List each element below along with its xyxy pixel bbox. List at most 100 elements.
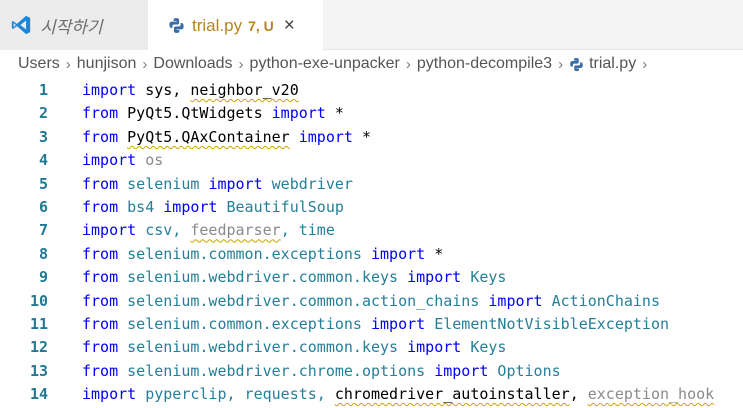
chevron-right-icon: › [642, 55, 648, 73]
chevron-right-icon: › [65, 55, 71, 73]
code-token: from [82, 291, 119, 310]
code-token: import [271, 104, 326, 123]
code-token: import [82, 151, 137, 170]
code-token: , [569, 385, 588, 404]
line-number: 13 [29, 361, 48, 380]
breadcrumb: Users › hunjison › Downloads › python-ex… [0, 50, 743, 78]
code-token: selenium.common.exceptions [118, 315, 371, 333]
code-line[interactable]: 12 from selenium.webdriver.common.keys im… [0, 336, 743, 359]
code-line[interactable]: 9 from selenium.webdriver.common.keys imp… [0, 266, 743, 289]
code-text: import pyperclip, requests, chromedriver… [82, 383, 714, 406]
code-token: csv, [136, 221, 191, 240]
code-line[interactable]: 11 from selenium.common.exceptions import… [0, 313, 743, 336]
code-token: * [325, 104, 344, 123]
code-token-warning: chromedriver_autoinstaller [334, 385, 570, 404]
code-token: ElementNotVisibleException [425, 315, 670, 333]
code-text: from selenium import webdriver [82, 173, 353, 196]
code-token: selenium.webdriver.common.keys [118, 268, 408, 287]
code-token: webdriver [262, 174, 353, 193]
line-number: 5 [38, 174, 48, 193]
code-text: from PyQt5.QtWidgets import * [82, 102, 344, 125]
code-token: import [407, 268, 462, 287]
code-text: from selenium.webdriver.common.keys impo… [82, 336, 506, 359]
code-token: from [82, 268, 119, 287]
chevron-right-icon: › [405, 55, 411, 73]
breadcrumb-item-users[interactable]: Users [18, 55, 60, 73]
breadcrumb-item-downloads[interactable]: Downloads [153, 55, 232, 73]
code-token: from [82, 361, 119, 380]
code-token: Keys [461, 338, 507, 357]
code-line[interactable]: 2 from PyQt5.QtWidgets import * [0, 102, 743, 125]
close-icon[interactable]: × [284, 16, 295, 35]
line-number: 11 [29, 315, 48, 333]
code-line[interactable]: 5 from selenium import webdriver [0, 173, 743, 196]
code-line[interactable]: 3 from PyQt5.QAxContainer import * [0, 126, 743, 149]
code-token: selenium.webdriver.chrome.options [118, 361, 435, 380]
code-token: * [425, 244, 444, 263]
code-token: import [82, 385, 137, 404]
code-line[interactable]: 13 from selenium.webdriver.chrome.options… [0, 360, 743, 383]
code-text: from PyQt5.QAxContainer import * [82, 126, 371, 149]
code-line[interactable]: 7 import csv, feedparser, time [0, 219, 743, 242]
code-text: import csv, feedparser, time [82, 219, 335, 242]
code-token: selenium.webdriver.common.action_chains [118, 291, 489, 310]
code-token: import [434, 361, 489, 380]
code-text: from selenium.webdriver.common.action_ch… [82, 290, 660, 313]
code-token: import [371, 315, 426, 333]
code-line[interactable]: 10 from selenium.webdriver.common.action_… [0, 290, 743, 313]
code-line[interactable]: 4 import os [0, 149, 743, 172]
vscode-logo-icon [11, 15, 31, 35]
tab-welcome-label: 시작하기 [40, 17, 103, 37]
code-token-warning: exception_hook [587, 385, 715, 404]
line-number: 4 [38, 151, 48, 170]
code-token: import [488, 291, 543, 310]
line-number: 10 [29, 291, 48, 310]
line-number: 3 [38, 127, 48, 146]
code-token: sys, [136, 81, 191, 99]
editor-tab-bar: 시작하기 trial.py 7, U × [0, 0, 743, 50]
code-token: os [145, 151, 164, 170]
code-token: import [298, 127, 353, 146]
code-token: import [371, 244, 426, 263]
tab-welcome[interactable]: 시작하기 [0, 0, 148, 50]
code-token: from [82, 174, 119, 193]
line-number: 12 [29, 338, 48, 357]
code-text: from selenium.common.exceptions import E… [82, 313, 669, 336]
code-token: from [82, 198, 119, 216]
code-line[interactable]: 14 import pyperclip, requests, chromedriv… [0, 383, 743, 406]
line-number: 8 [38, 244, 48, 263]
code-token: import [407, 338, 462, 357]
code-token: from [82, 338, 119, 357]
code-line[interactable]: 6 from bs4 import BeautifulSoup [0, 196, 743, 219]
breadcrumb-item-python-exe-unpacker[interactable]: python-exe-unpacker [250, 55, 400, 73]
code-text: from selenium.common.exceptions import * [82, 243, 443, 266]
tab-trial-py[interactable]: trial.py 7, U × [148, 0, 323, 50]
code-token: from [82, 127, 119, 146]
chevron-right-icon: › [142, 55, 148, 73]
code-text: import os [82, 149, 163, 172]
breadcrumb-item-trial-py[interactable]: trial.py [589, 55, 636, 73]
code-token: , time [280, 221, 335, 240]
code-text: from selenium.webdriver.common.keys impo… [82, 266, 506, 289]
breadcrumb-item-python-decompile3[interactable]: python-decompile3 [417, 55, 552, 73]
code-token: PyQt5.QtWidgets [118, 104, 272, 123]
code-token: Keys [461, 268, 507, 287]
code-text: from selenium.webdriver.chrome.options i… [82, 360, 561, 383]
code-line[interactable]: 8 from selenium.common.exceptions import … [0, 243, 743, 266]
code-token: ActionChains [542, 291, 660, 310]
line-number: 6 [38, 198, 48, 216]
code-token: BeautifulSoup [217, 198, 344, 216]
breadcrumb-item-hunjison[interactable]: hunjison [77, 55, 137, 73]
code-token-warning: PyQt5.QAxContainer [127, 127, 290, 146]
line-number: 14 [29, 385, 48, 404]
code-token: Options [488, 361, 561, 380]
code-token: import [208, 174, 263, 193]
code-line[interactable]: 1 import sys, neighbor_v20 [0, 79, 743, 102]
python-file-icon [570, 57, 583, 71]
code-editor[interactable]: 1 import sys, neighbor_v20 2 from PyQt5.QtW… [0, 78, 743, 408]
line-number: 1 [38, 81, 48, 99]
line-number: 2 [38, 104, 48, 123]
